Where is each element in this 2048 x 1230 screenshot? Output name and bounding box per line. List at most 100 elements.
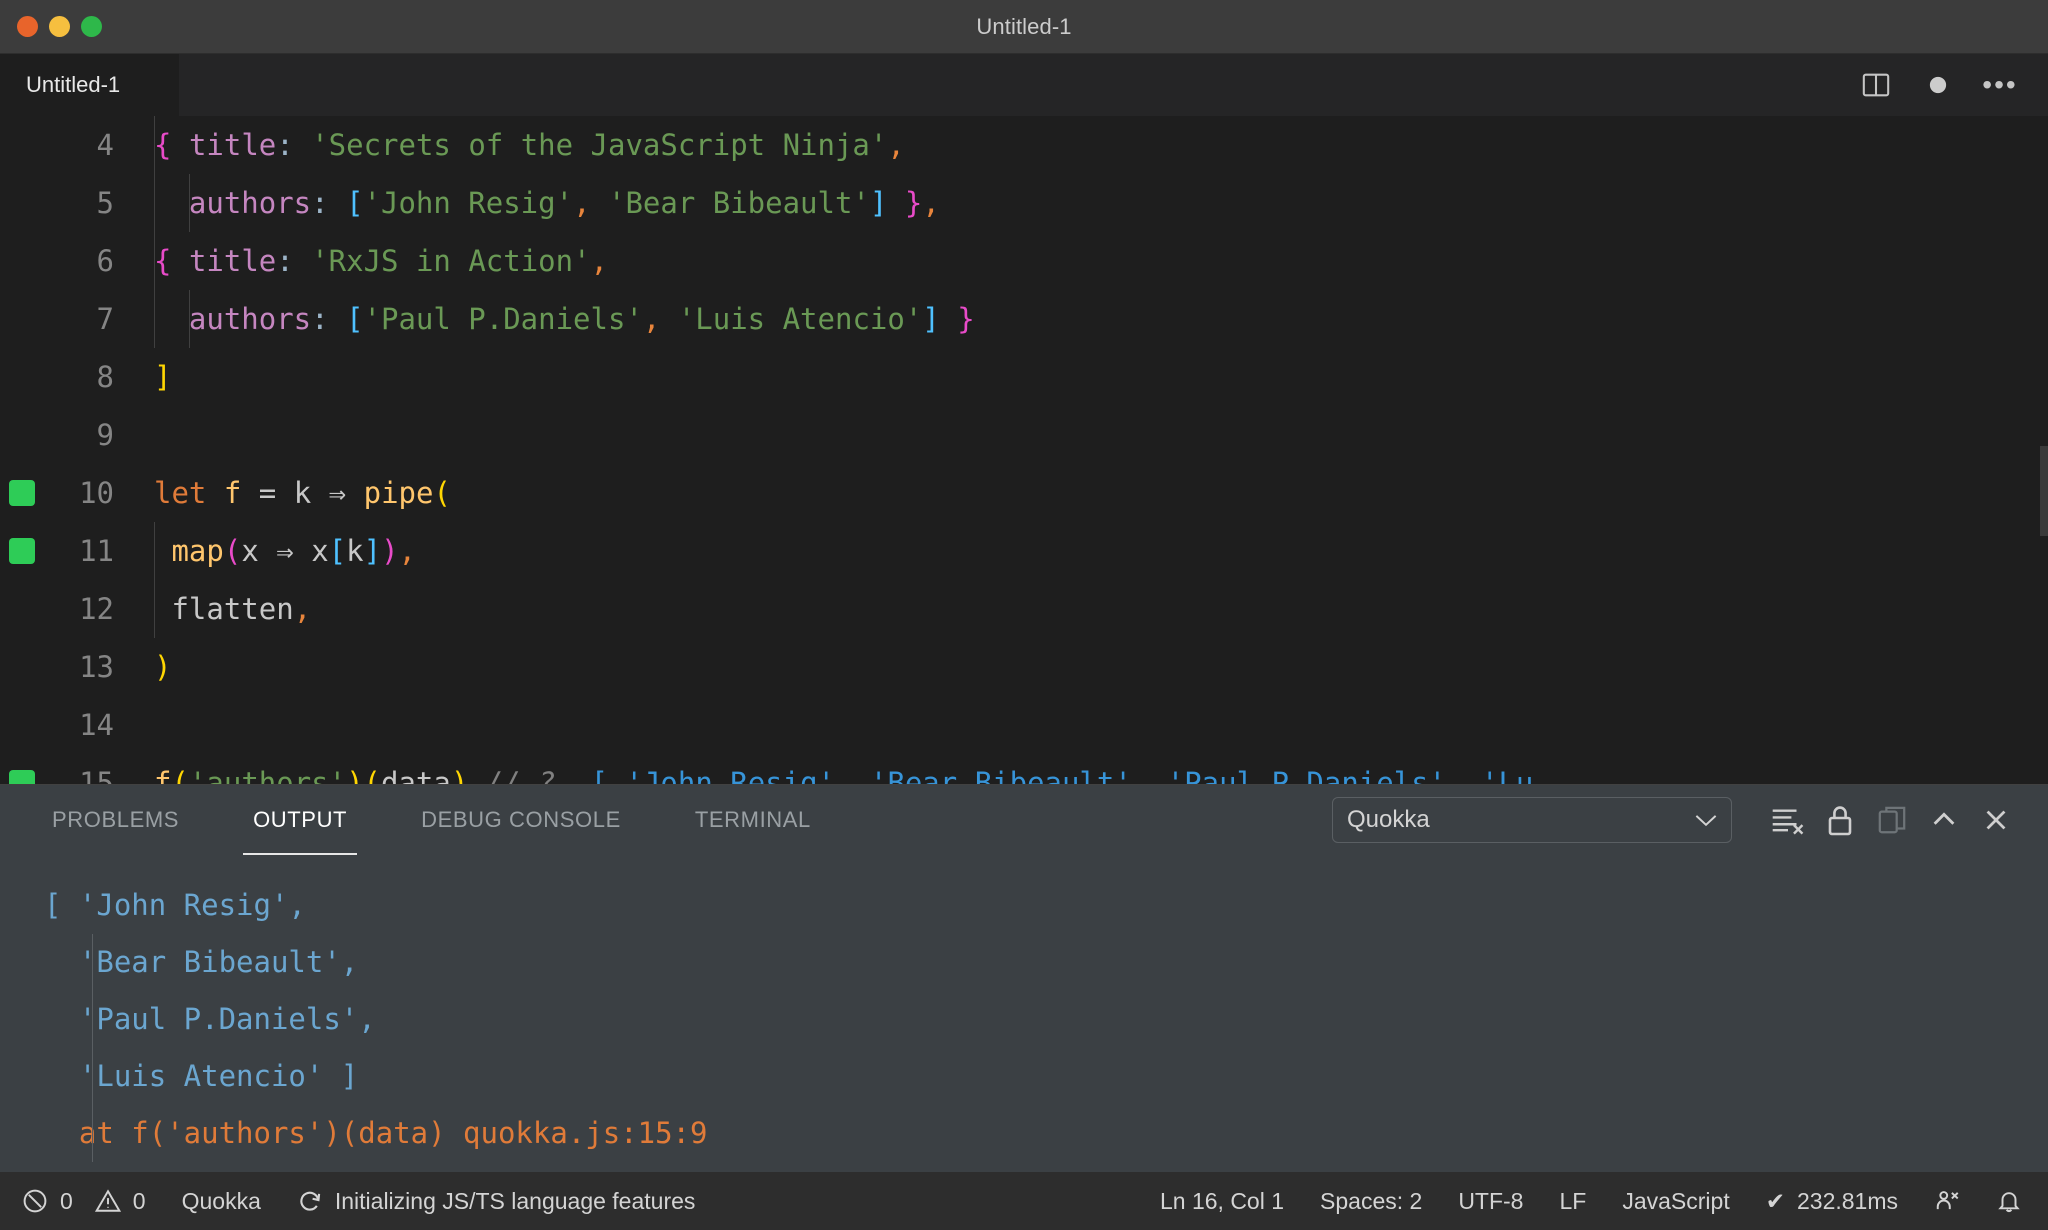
lock-scroll-icon[interactable] bbox=[1814, 794, 1866, 846]
code-token: : bbox=[276, 244, 294, 278]
code-line[interactable]: 4 { title: 'Secrets of the JavaScript Nin… bbox=[0, 116, 2048, 174]
panel-tabbar: PROBLEMS OUTPUT DEBUG CONSOLE TERMINAL Q… bbox=[0, 785, 2048, 855]
status-eol-label: LF bbox=[1559, 1187, 1587, 1214]
code-token: ⇒ bbox=[328, 476, 347, 510]
status-run-time[interactable]: ✔ 232.81ms bbox=[1748, 1172, 1916, 1230]
status-remote-feedback[interactable] bbox=[1916, 1172, 1978, 1230]
code-line[interactable]: 7 authors: ['Paul P.Daniels', 'Luis Aten… bbox=[0, 290, 2048, 348]
code-line[interactable]: 13) bbox=[0, 638, 2048, 696]
code-token: [ bbox=[328, 534, 347, 568]
code-token: : bbox=[311, 302, 329, 336]
editor-scrollbar[interactable] bbox=[2040, 446, 2048, 536]
code-token: : bbox=[276, 128, 294, 162]
code-token: ] bbox=[363, 534, 382, 568]
tab-debug-console[interactable]: DEBUG CONSOLE bbox=[399, 785, 643, 855]
code-token: 'Luis Atencio' bbox=[677, 302, 923, 336]
tabbar-spacer bbox=[180, 54, 1860, 116]
code-line[interactable]: 9 bbox=[0, 406, 2048, 464]
code-token: , bbox=[642, 302, 661, 336]
close-panel-icon[interactable] bbox=[1970, 794, 2022, 846]
status-language-mode[interactable]: JavaScript bbox=[1604, 1172, 1747, 1230]
quokka-live-marker bbox=[0, 770, 44, 784]
code-line[interactable]: 15 f('authors')(data) // ? [ 'John Resig'… bbox=[0, 754, 2048, 784]
maximize-panel-icon[interactable] bbox=[1918, 794, 1970, 846]
code-token: // ? bbox=[485, 766, 556, 784]
code-line[interactable]: 11 map(x ⇒ x[k]), bbox=[0, 522, 2048, 580]
status-quokka[interactable]: Quokka bbox=[164, 1172, 279, 1230]
line-number: 12 bbox=[79, 592, 114, 626]
code-editor[interactable]: 4 { title: 'Secrets of the JavaScript Nin… bbox=[0, 116, 2048, 784]
open-in-editor-icon[interactable] bbox=[1866, 794, 1918, 846]
code-token: } bbox=[957, 302, 975, 336]
line-text: ) bbox=[132, 638, 2048, 696]
more-actions-icon[interactable]: ••• bbox=[1982, 69, 2016, 101]
window-titlebar: Untitled-1 bbox=[0, 0, 2048, 54]
code-token: ( bbox=[433, 476, 451, 510]
status-encoding[interactable]: UTF-8 bbox=[1440, 1172, 1541, 1230]
output-channel-select[interactable]: Quokka bbox=[1332, 797, 1732, 843]
split-editor-icon[interactable] bbox=[1860, 69, 1892, 101]
status-task[interactable]: Initializing JS/TS language features bbox=[279, 1172, 714, 1230]
clear-output-icon[interactable] bbox=[1762, 794, 1814, 846]
code-line[interactable]: 5 authors: ['John Resig', 'Bear Bibeault… bbox=[0, 174, 2048, 232]
tab-terminal[interactable]: TERMINAL bbox=[673, 785, 833, 855]
line-number: 10 bbox=[79, 476, 114, 510]
indent-guide bbox=[189, 290, 190, 348]
status-eol[interactable]: LF bbox=[1541, 1172, 1604, 1230]
code-line[interactable]: 8] bbox=[0, 348, 2048, 406]
bottom-panel: PROBLEMS OUTPUT DEBUG CONSOLE TERMINAL Q… bbox=[0, 784, 2048, 1172]
code-line[interactable]: 12 flatten, bbox=[0, 580, 2048, 638]
indent-guide bbox=[189, 174, 190, 232]
editor-tab-untitled-1[interactable]: Untitled-1 bbox=[0, 54, 180, 116]
status-language-label: JavaScript bbox=[1622, 1187, 1730, 1214]
code-line[interactable]: 10 let f = k ⇒ pipe( bbox=[0, 464, 2048, 522]
status-notifications[interactable] bbox=[1978, 1172, 2048, 1230]
line-number: 11 bbox=[79, 534, 114, 568]
quokka-green-square-icon bbox=[9, 770, 35, 784]
code-lines: 4 { title: 'Secrets of the JavaScript Nin… bbox=[0, 116, 2048, 784]
code-token: : bbox=[311, 186, 329, 220]
code-line[interactable]: 6 { title: 'RxJS in Action', bbox=[0, 232, 2048, 290]
status-run-time-label: 232.81ms bbox=[1796, 1187, 1898, 1214]
status-problems[interactable]: 0 0 bbox=[0, 1172, 164, 1230]
code-token: , bbox=[887, 128, 905, 162]
code-token: , bbox=[573, 186, 591, 220]
code-token: ) bbox=[346, 766, 364, 784]
error-count: 0 bbox=[60, 1187, 73, 1214]
code-token: ( bbox=[223, 534, 242, 568]
code-line[interactable]: 14 bbox=[0, 696, 2048, 754]
tab-output[interactable]: OUTPUT bbox=[231, 785, 369, 855]
line-text: { title: 'RxJS in Action', bbox=[132, 232, 2048, 290]
error-icon bbox=[22, 1188, 48, 1214]
code-token: { bbox=[154, 244, 172, 278]
line-number: 14 bbox=[79, 708, 114, 742]
code-token: 'authors' bbox=[188, 766, 347, 784]
line-text: f('authors')(data) // ? [ 'John Resig', … bbox=[132, 754, 2048, 784]
unsaved-dot-icon[interactable] bbox=[1922, 69, 1954, 101]
output-channel-value: Quokka bbox=[1347, 806, 1430, 833]
code-token: flatten bbox=[171, 592, 294, 626]
panel-toolbar: Quokka bbox=[1332, 794, 2048, 846]
window-title: Untitled-1 bbox=[976, 13, 1072, 39]
tab-output-label: OUTPUT bbox=[253, 807, 348, 832]
output-panel-body[interactable]: [ 'John Resig', 'Bear Bibeault', 'Paul P… bbox=[0, 855, 2048, 1172]
code-token: pipe bbox=[363, 476, 434, 510]
code-token: ] bbox=[869, 186, 888, 220]
status-indentation[interactable]: Spaces: 2 bbox=[1302, 1172, 1440, 1230]
quokka-green-square-icon bbox=[9, 480, 35, 506]
tab-problems[interactable]: PROBLEMS bbox=[30, 785, 201, 855]
line-number: 6 bbox=[96, 244, 114, 278]
status-cursor-position[interactable]: Ln 16, Col 1 bbox=[1142, 1172, 1302, 1230]
tab-debug-console-label: DEBUG CONSOLE bbox=[421, 807, 621, 832]
code-token: [ 'John Resig', 'Bear Bibeault', 'Paul P… bbox=[590, 766, 1534, 784]
